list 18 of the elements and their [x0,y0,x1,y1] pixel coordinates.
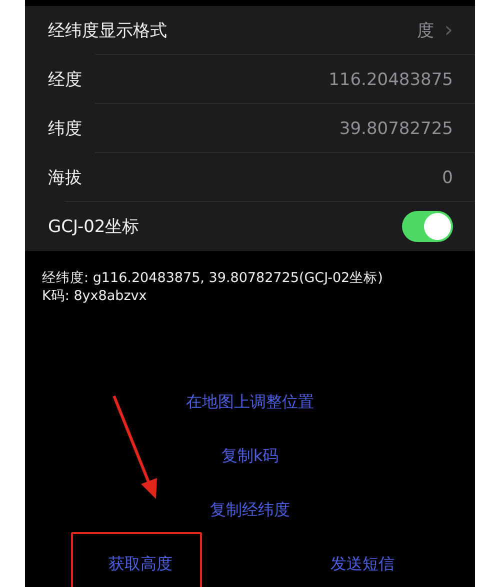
setting-label: 海拔 [48,167,83,189]
toggle-switch[interactable] [402,211,453,242]
setting-label: 经纬度显示格式 [48,20,168,42]
setting-label: GCJ-02坐标 [48,216,140,238]
action-link[interactable]: 在地图上调整位置 [186,392,314,412]
setting-value: 116.20483875 [328,70,453,90]
setting-value: 0 [442,168,453,188]
info-text: K码: 8yx8abzvx [42,287,147,305]
action-link[interactable]: 复制经纬度 [210,500,290,520]
info-text: 经纬度: g116.20483875, 39.80782725(GCJ-02坐标) [42,269,383,287]
chevron-icon[interactable]: › [444,20,453,42]
action-link[interactable]: 发送短信 [330,554,394,574]
setting-label: 经度 [48,69,83,91]
setting-value: 39.80782725 [339,118,453,138]
action-link[interactable]: 复制k码 [221,446,279,466]
setting-value: 度 [417,20,434,42]
action-link[interactable]: 获取高度 [108,554,172,574]
setting-label: 纬度 [48,118,83,140]
